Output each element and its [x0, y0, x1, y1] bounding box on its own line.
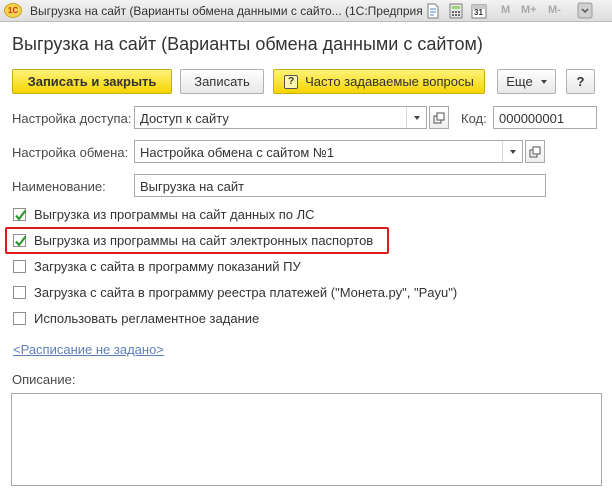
calendar-day: 31 — [474, 8, 483, 17]
checkbox-load-meter-readings[interactable] — [13, 260, 26, 273]
exchange-dropdown-button[interactable] — [502, 141, 522, 162]
checkmark-icon — [15, 209, 27, 221]
checkbox-upload-accounts[interactable] — [13, 208, 27, 221]
name-label: Наименование: — [12, 179, 106, 194]
memory-button[interactable]: M — [501, 4, 510, 16]
app-logo: 1С — [4, 3, 22, 18]
window-title-bar: 1С Выгрузка на сайт (Варианты обмена дан… — [0, 0, 612, 22]
dropdown-arrow-icon — [413, 115, 420, 120]
exchange-open-button[interactable] — [525, 140, 545, 163]
dropdown-arrow-icon — [509, 149, 516, 154]
exchange-setting-field[interactable]: Настройка обмена с сайтом №1 — [134, 140, 523, 163]
faq-button[interactable]: ? Часто задаваемые вопросы — [273, 69, 485, 94]
open-form-icon — [433, 112, 445, 123]
checkbox-scheduled-job[interactable] — [13, 312, 26, 325]
code-field[interactable]: 000000001 — [493, 106, 597, 129]
code-value: 000000001 — [499, 111, 565, 126]
checkbox-load-meter-readings-label: Загрузка с сайта в программу показаний П… — [34, 259, 301, 274]
checkbox-upload-passports-label: Выгрузка из программы на сайт электронны… — [34, 233, 374, 248]
chevron-down-icon — [540, 79, 547, 84]
faq-button-label: Часто задаваемые вопросы — [305, 74, 474, 89]
more-button-label: Еще — [506, 74, 533, 89]
page-title: Выгрузка на сайт (Варианты обмена данным… — [12, 34, 483, 54]
access-dropdown-button[interactable] — [406, 107, 426, 128]
schedule-link[interactable]: <Расписание не задано> — [13, 342, 164, 357]
open-form-icon — [529, 146, 541, 157]
calculator-icon[interactable] — [448, 3, 464, 19]
checkbox-load-payments[interactable] — [13, 286, 26, 299]
access-setting-field[interactable]: Доступ к сайту — [134, 106, 427, 129]
window-title: Выгрузка на сайт (Варианты обмена данным… — [30, 4, 422, 18]
checkbox-upload-passports[interactable] — [13, 234, 27, 247]
save-button[interactable]: Записать — [180, 69, 264, 94]
memory-plus-button[interactable]: M+ — [521, 4, 537, 16]
checkbox-upload-accounts-label: Выгрузка из программы на сайт данных по … — [34, 207, 315, 222]
exchange-setting-value: Настройка обмена с сайтом №1 — [140, 145, 335, 160]
name-field[interactable]: Выгрузка на сайт — [134, 174, 546, 197]
calendar-icon[interactable]: 31 — [471, 3, 487, 19]
access-open-button[interactable] — [429, 106, 449, 129]
access-setting-value: Доступ к сайту — [140, 111, 229, 126]
exchange-setting-label: Настройка обмена: — [12, 145, 129, 160]
checkbox-load-payments-label: Загрузка с сайта в программу реестра пла… — [34, 285, 458, 300]
more-button[interactable]: Еще — [497, 69, 556, 94]
help-button[interactable]: ? — [566, 69, 595, 94]
name-value: Выгрузка на сайт — [140, 179, 245, 194]
code-label: Код: — [461, 111, 487, 126]
checkmark-icon — [15, 235, 27, 247]
memory-minus-button[interactable]: M- — [548, 4, 561, 16]
question-icon: ? — [284, 74, 299, 89]
access-setting-label: Настройка доступа: — [12, 111, 132, 126]
description-label: Описание: — [12, 372, 76, 387]
window-menu-icon[interactable] — [577, 2, 593, 19]
description-textarea[interactable] — [11, 393, 602, 486]
document-icon[interactable] — [425, 3, 441, 19]
checkbox-scheduled-job-label: Использовать регламентное задание — [34, 311, 260, 326]
save-and-close-button[interactable]: Записать и закрыть — [12, 69, 172, 94]
